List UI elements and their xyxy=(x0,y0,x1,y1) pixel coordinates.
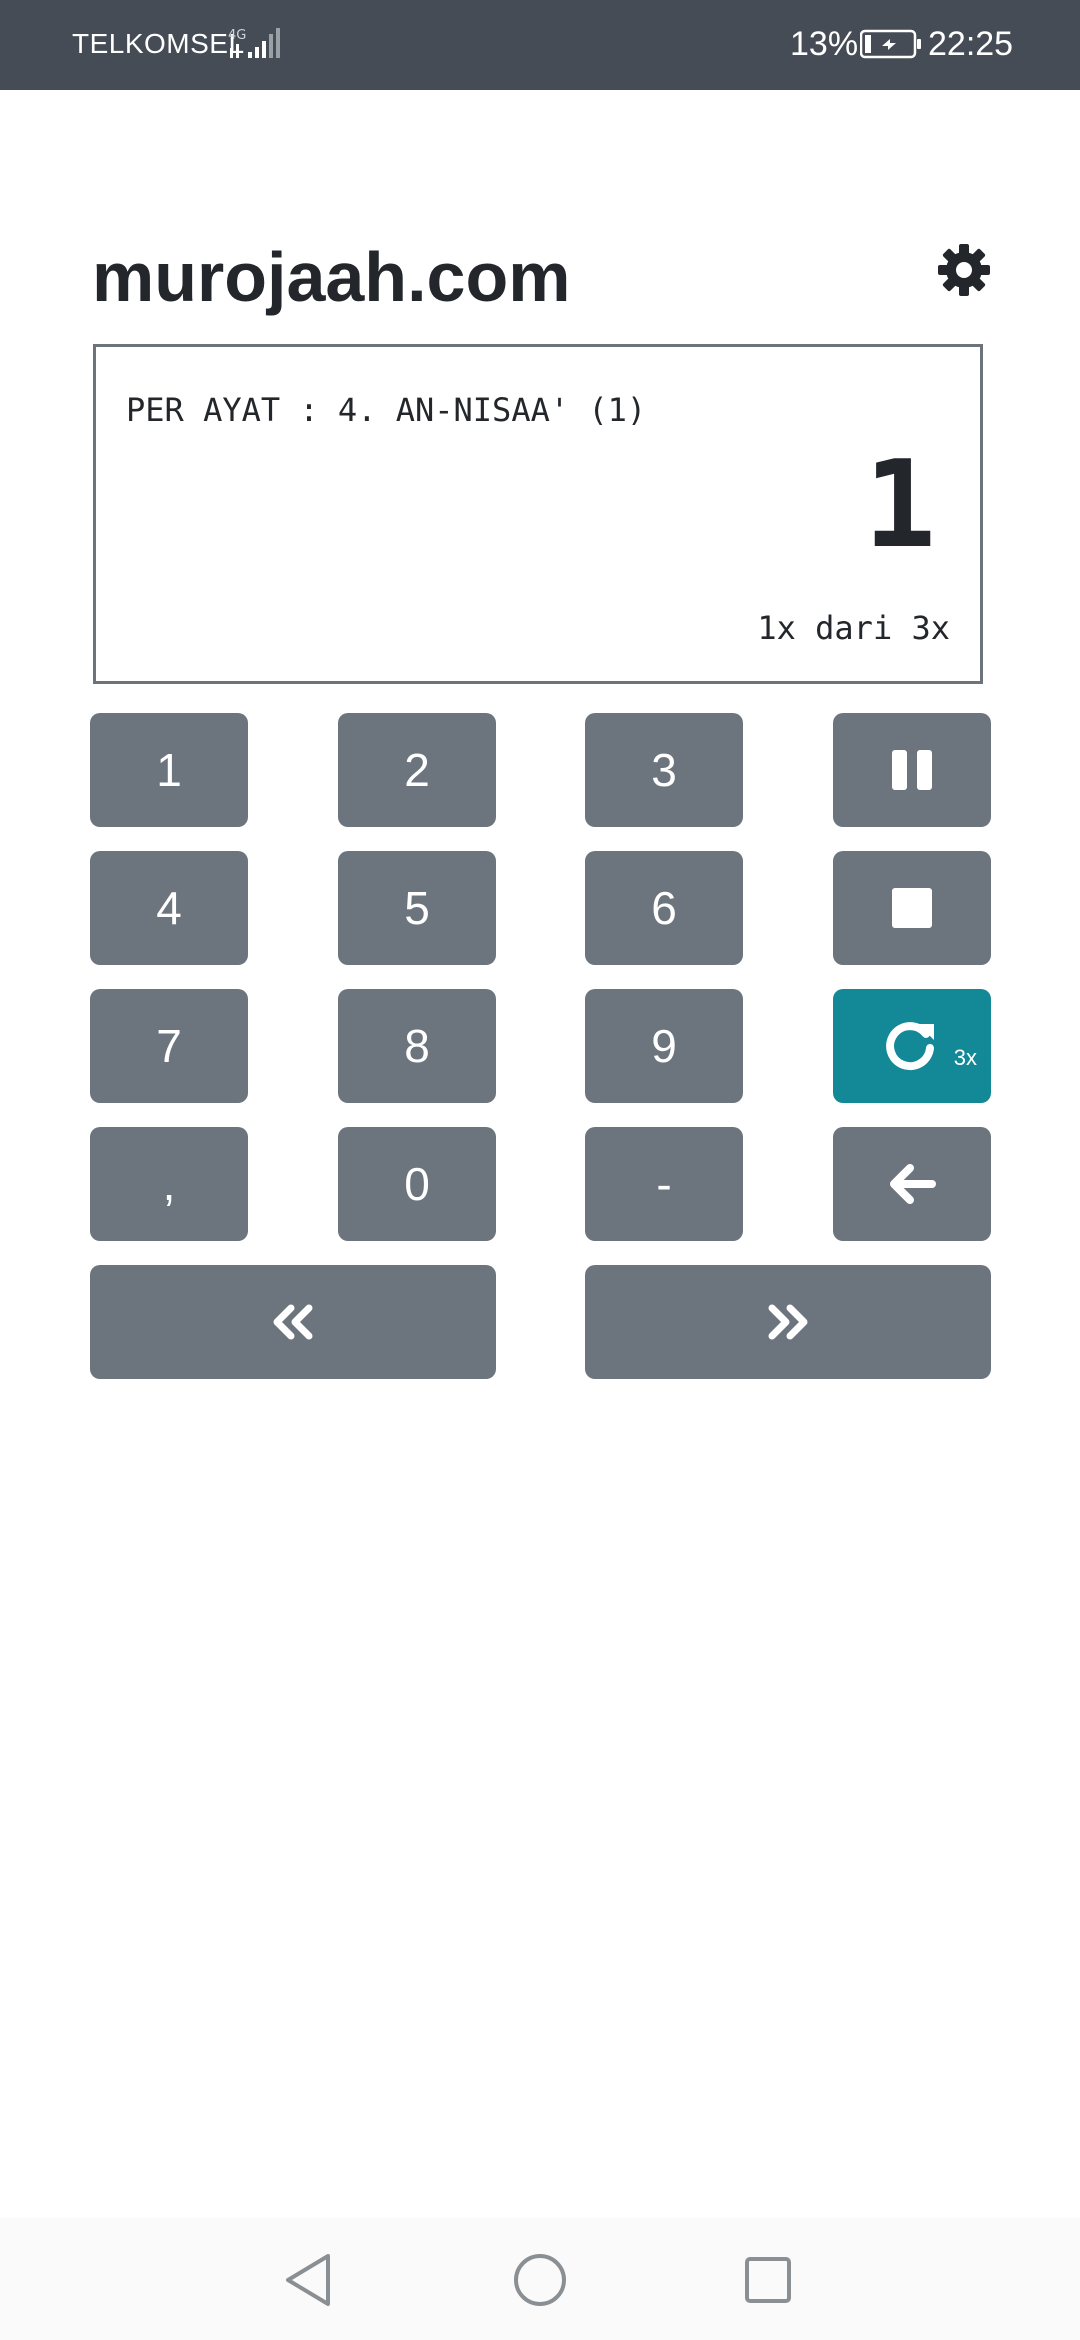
signal-icon: 4G xyxy=(228,26,284,67)
back-icon[interactable] xyxy=(278,2250,338,2310)
carrier-name: TELKOMSEL xyxy=(72,28,245,59)
app-title: murojaah.com xyxy=(92,238,571,316)
key-5[interactable]: 5 xyxy=(338,851,496,965)
counter-display: PER AYAT : 4. AN-NISAA' (1) 1 1x dari 3x xyxy=(93,344,983,684)
key-2[interactable]: 2 xyxy=(338,713,496,827)
key-3[interactable]: 3 xyxy=(585,713,743,827)
key-6[interactable]: 6 xyxy=(585,851,743,965)
key-9[interactable]: 9 xyxy=(585,989,743,1103)
pause-icon xyxy=(892,750,932,790)
key-comma[interactable]: , xyxy=(90,1127,248,1241)
key-1[interactable]: 1 xyxy=(90,713,248,827)
key-7[interactable]: 7 xyxy=(90,989,248,1103)
gear-icon[interactable] xyxy=(938,244,990,296)
display-label: PER AYAT : 4. AN-NISAA' (1) xyxy=(126,391,647,429)
repeat-count: 1x dari 3x xyxy=(757,609,950,647)
home-icon[interactable] xyxy=(510,2250,570,2310)
stop-button[interactable] xyxy=(833,851,991,965)
key-8[interactable]: 8 xyxy=(338,989,496,1103)
battery-percent: 13% xyxy=(790,25,859,63)
previous-button[interactable] xyxy=(90,1265,496,1379)
stop-icon xyxy=(892,888,932,928)
clock: 22:25 xyxy=(928,25,1014,63)
network-type: 4G xyxy=(228,28,246,43)
key-4[interactable]: 4 xyxy=(90,851,248,965)
repeat-button[interactable]: 3x xyxy=(833,989,991,1103)
display-number: 1 xyxy=(863,436,936,575)
repeat-icon xyxy=(886,1022,934,1071)
recents-icon[interactable] xyxy=(738,2250,798,2310)
battery-icon xyxy=(859,29,922,64)
repeat-badge: 3x xyxy=(953,1045,977,1070)
navigation-bar xyxy=(0,2218,1080,2340)
next-button[interactable] xyxy=(585,1265,991,1379)
backspace-button[interactable] xyxy=(833,1127,991,1241)
pause-button[interactable] xyxy=(833,713,991,827)
double-chevron-right-icon xyxy=(768,1304,808,1340)
double-chevron-left-icon xyxy=(273,1304,313,1340)
status-bar: TELKOMSEL 4G 13% 22:25 xyxy=(0,0,1080,90)
arrow-left-icon xyxy=(890,1164,936,1204)
key-dash[interactable]: - xyxy=(585,1127,743,1241)
key-0[interactable]: 0 xyxy=(338,1127,496,1241)
